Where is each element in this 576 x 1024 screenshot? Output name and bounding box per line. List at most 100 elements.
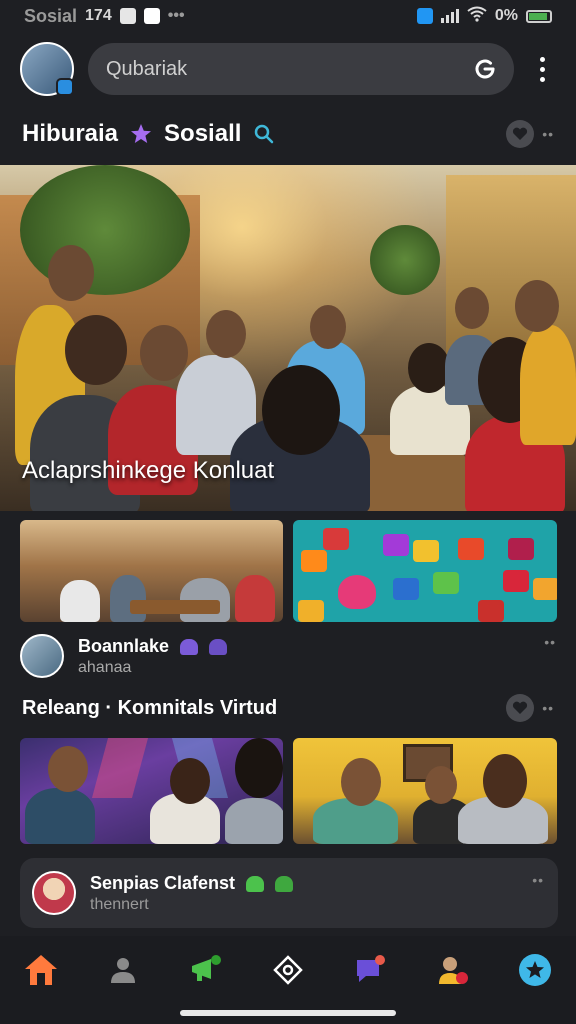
- section-more-icon[interactable]: ••: [542, 700, 554, 716]
- sticker-icon: [383, 534, 409, 556]
- hero-person-head: [310, 305, 346, 349]
- hero-person: [520, 325, 576, 445]
- hero-caption: Aclaprshinkege Konluat: [22, 457, 275, 484]
- sticker-icon: [301, 550, 327, 572]
- hero-person-head: [140, 325, 188, 381]
- battery-icon: [526, 9, 552, 23]
- section-title-left: Hiburaia: [22, 120, 119, 147]
- nav-profile[interactable]: [433, 950, 473, 990]
- thumb-person: [110, 575, 146, 622]
- status-bar: Sosial 174 ••• 0%: [0, 0, 576, 32]
- hero-person-head: [48, 245, 94, 301]
- profile-icon: [438, 957, 468, 984]
- ghost-icon: [209, 638, 228, 655]
- nav-home[interactable]: [21, 950, 61, 990]
- section-header-hiburan: Hiburaia Sosiall ••: [0, 114, 576, 154]
- section-2-title: Releang · Komnitals Virtud: [22, 696, 278, 719]
- favorite-button[interactable]: [506, 120, 535, 148]
- nav-messages[interactable]: [350, 950, 390, 990]
- search-bar[interactable]: [88, 43, 514, 95]
- thumb-person: [25, 788, 95, 844]
- community-card[interactable]: Senpias Clafenst thennert ••: [20, 858, 558, 928]
- thumb-person-head: [48, 746, 88, 792]
- post-author-name: Boannlake: [78, 635, 170, 656]
- thumb-person-head: [483, 754, 527, 808]
- home-indicator[interactable]: [180, 1010, 396, 1016]
- star-icon: [131, 124, 152, 143]
- search-input[interactable]: [106, 57, 472, 81]
- card-title: Senpias Clafenst: [90, 872, 236, 893]
- card-avatar[interactable]: [32, 871, 76, 915]
- users-icon: [111, 958, 136, 983]
- top-header: [0, 38, 576, 100]
- favorite-button[interactable]: [506, 694, 535, 722]
- thumb-person: [60, 580, 100, 622]
- thumb-person: [235, 575, 275, 622]
- hero-person-head: [65, 315, 127, 385]
- status-time: 174: [85, 7, 112, 24]
- thumbnail-street-cafe[interactable]: [20, 520, 283, 622]
- card-more-icon[interactable]: ••: [532, 872, 544, 888]
- user-avatar[interactable]: [20, 42, 74, 96]
- sticker-icon: [503, 570, 529, 592]
- google-g-icon[interactable]: [472, 56, 498, 82]
- sticker-icon: [433, 572, 459, 594]
- check-icon: [143, 8, 160, 24]
- signal-icon: [440, 9, 459, 23]
- thumb-person-head: [341, 758, 381, 806]
- sticker-icon: [323, 528, 349, 550]
- hero-person-head: [515, 280, 559, 332]
- compass-icon: [273, 955, 303, 985]
- thumb-person-head: [235, 738, 283, 798]
- ghost-icon: [180, 638, 199, 655]
- sticker-icon: [533, 578, 557, 600]
- heart-icon: [513, 127, 528, 140]
- hero-tree: [20, 165, 190, 295]
- sticker-icon: [508, 538, 534, 560]
- nav-community[interactable]: [103, 950, 143, 990]
- megaphone-icon: [191, 955, 221, 981]
- hero-person-head: [408, 343, 450, 393]
- post-avatar[interactable]: [20, 634, 64, 678]
- ghost-icon: [246, 875, 265, 892]
- heart-icon: [513, 701, 528, 714]
- hero-person-head: [455, 287, 489, 329]
- thumb-person-head: [425, 766, 457, 804]
- notification-icon: [119, 8, 136, 24]
- hero-tree-far: [370, 225, 440, 295]
- avatar-badge-icon: [56, 78, 74, 96]
- section-header-komunitas: Releang · Komnitals Virtud ••: [0, 688, 576, 728]
- post-more-icon[interactable]: ••: [544, 634, 556, 650]
- thumbnail-sticker-collage[interactable]: [293, 520, 557, 622]
- sticker-icon: [393, 578, 419, 600]
- sticker-icon: [298, 600, 324, 622]
- section-more-icon[interactable]: ••: [542, 126, 554, 142]
- chat-icon: [357, 955, 386, 982]
- thumbnail-party-lights[interactable]: [20, 738, 283, 844]
- section-title-right: Sosiall: [164, 120, 242, 147]
- more-vertical-icon[interactable]: [528, 49, 556, 89]
- ghost-icon: [275, 875, 294, 892]
- hero-image[interactable]: Aclaprshinkege Konluat: [0, 165, 576, 511]
- nav-broadcast[interactable]: [186, 950, 226, 990]
- home-icon: [25, 955, 58, 985]
- nav-explore[interactable]: [268, 950, 308, 990]
- thumb-table: [130, 600, 220, 614]
- heart-sticker-icon: [338, 575, 376, 609]
- sticker-icon: [458, 538, 484, 560]
- sticker-icon: [413, 540, 439, 562]
- nav-favorites[interactable]: [515, 950, 555, 990]
- hero-person-head: [206, 310, 246, 358]
- post-author-row[interactable]: Boannlake ahanaa ••: [20, 634, 556, 678]
- thumb-person: [225, 798, 283, 844]
- post-author-sub: ahanaa: [78, 658, 132, 676]
- search-icon[interactable]: [253, 123, 275, 145]
- card-subtitle: thennert: [90, 895, 149, 913]
- star-badge-icon: [518, 954, 551, 986]
- status-app-name: Sosial: [24, 5, 78, 26]
- bluetooth-icon: [416, 8, 433, 24]
- thumbnail-yellow-room[interactable]: [293, 738, 557, 844]
- thumb-person-head: [170, 758, 210, 804]
- more-status-icon: •••: [167, 7, 185, 24]
- sticker-icon: [478, 600, 504, 622]
